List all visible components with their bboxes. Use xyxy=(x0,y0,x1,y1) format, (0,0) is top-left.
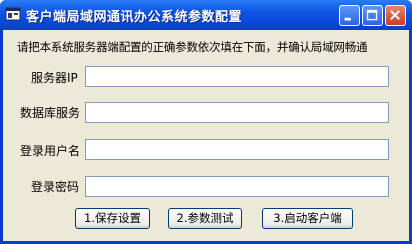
close-icon xyxy=(390,10,400,20)
login-password-label: 登录密码 xyxy=(31,180,80,194)
maximize-button[interactable] xyxy=(362,5,383,26)
server-ip-label: 服务器IP xyxy=(31,71,78,85)
launch-client-button[interactable]: 3.启动客户端 xyxy=(262,208,353,229)
config-window: 客户端局域网通讯办公系统参数配置 请把本系统服务器端配置的正确参数依次填在下面，… xyxy=(0,0,412,244)
instruction-text: 请把本系统服务器端配置的正确参数依次填在下面，并确认局域网畅通 xyxy=(17,40,368,54)
database-service-label: 数据库服务 xyxy=(20,106,81,120)
login-username-label: 登录用户名 xyxy=(20,144,81,158)
login-username-input[interactable] xyxy=(85,139,389,160)
test-parameters-button[interactable]: 2.参数测试 xyxy=(168,208,242,229)
close-button[interactable] xyxy=(385,5,406,26)
title-bar[interactable]: 客户端局域网通讯办公系统参数配置 xyxy=(0,0,412,30)
maximize-icon xyxy=(366,9,378,21)
app-window-icon xyxy=(5,6,21,22)
window-title: 客户端局域网通讯办公系统参数配置 xyxy=(26,10,243,25)
server-ip-input[interactable] xyxy=(85,66,389,87)
database-service-input[interactable] xyxy=(85,102,389,123)
client-area: 请把本系统服务器端配置的正确参数依次填在下面，并确认局域网畅通 服务器IP 数据… xyxy=(3,30,409,241)
login-password-input[interactable] xyxy=(85,176,389,197)
minimize-icon xyxy=(344,17,351,21)
save-settings-button[interactable]: 1.保存设置 xyxy=(75,208,150,229)
minimize-button[interactable] xyxy=(339,5,360,26)
